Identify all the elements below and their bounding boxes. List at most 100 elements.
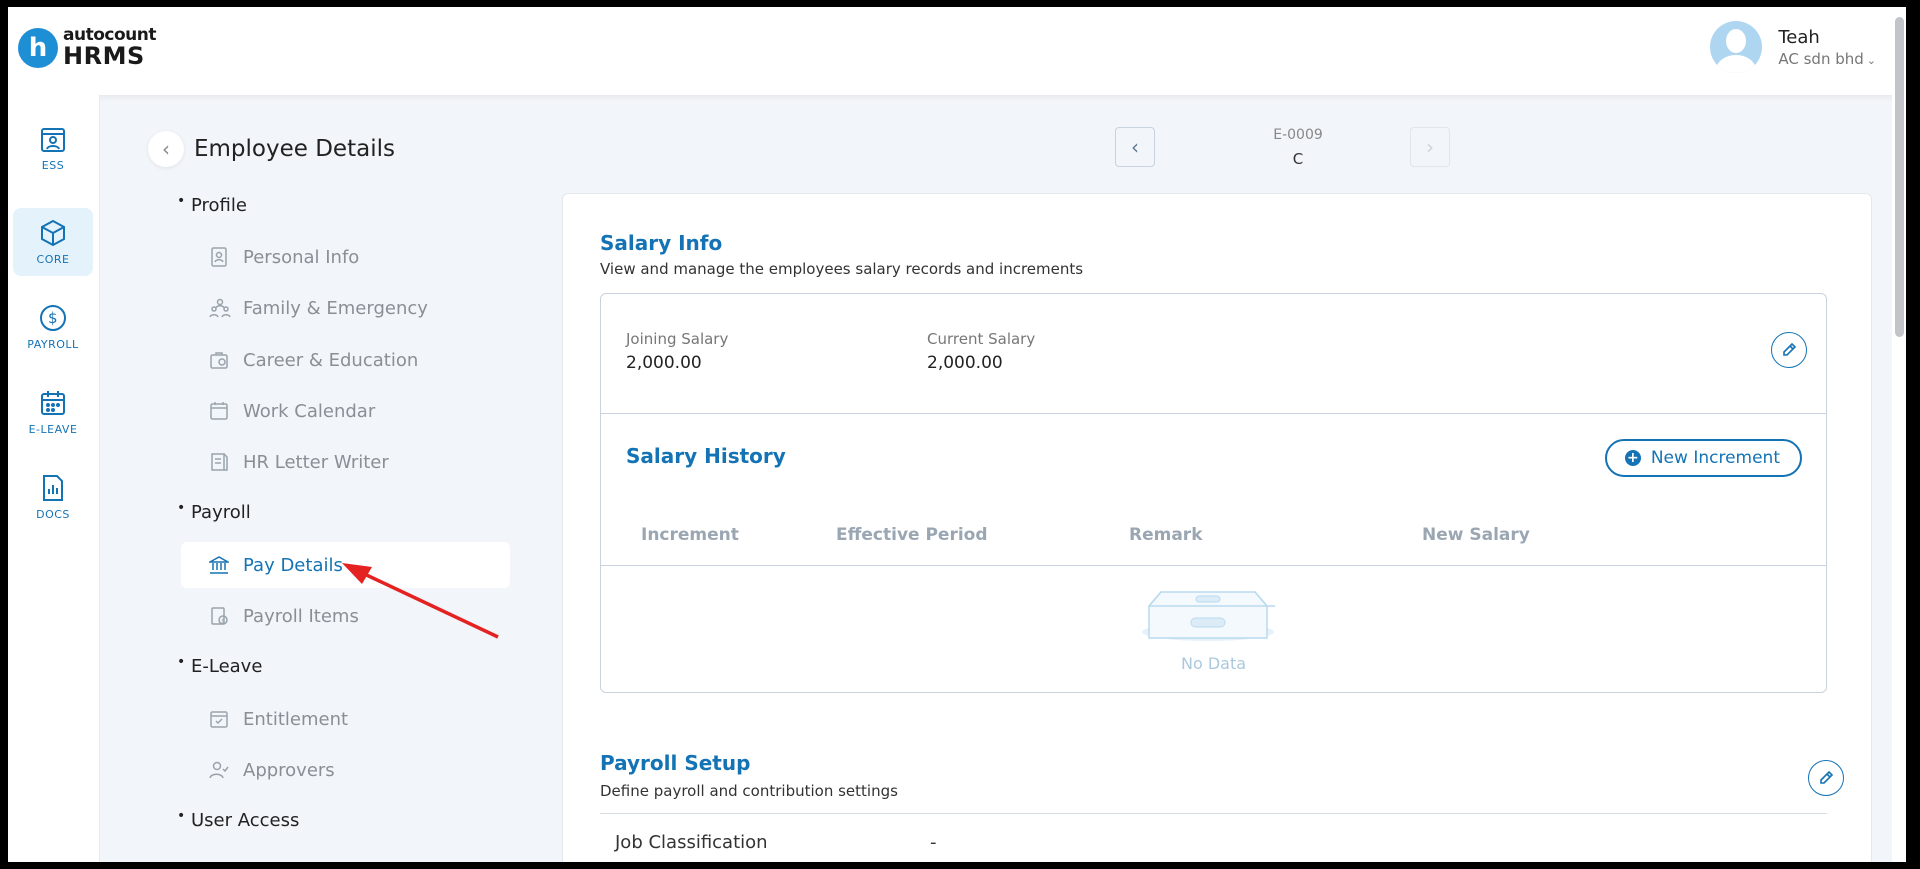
salary-history-title: Salary History: [626, 444, 786, 468]
svg-text:$: $: [221, 618, 225, 625]
rail-label: CORE: [36, 252, 70, 266]
details-card: Salary Info View and manage the employee…: [562, 193, 1872, 862]
employee-name: C: [1292, 150, 1304, 168]
rail-label: PAYROLL: [27, 337, 79, 351]
scrollbar-thumb[interactable]: [1895, 17, 1904, 337]
employee-code: E-0009: [1273, 127, 1323, 143]
nav-label: Family & Emergency: [243, 297, 428, 319]
user-name: Teah: [1778, 26, 1820, 48]
current-salary-label: Current Salary: [927, 330, 1036, 348]
nav-item-hr-letter-writer[interactable]: HR Letter Writer: [181, 439, 510, 485]
app-logo[interactable]: h autocount HRMS: [18, 27, 156, 68]
nav-section-eleave: E-Leave: [177, 654, 263, 677]
joining-salary-value: 2,000.00: [626, 353, 702, 373]
pencil-icon: [1783, 342, 1797, 356]
nav-item-personal-info[interactable]: Personal Info: [181, 234, 510, 280]
rail-item-payroll[interactable]: $ PAYROLL: [13, 293, 93, 361]
company-switcher[interactable]: AC sdn bhd ⌄: [1778, 50, 1876, 68]
rail-label: ESS: [41, 158, 65, 172]
nav-section-profile: Profile: [177, 193, 247, 216]
logo-big-text: HRMS: [63, 42, 145, 70]
salary-box: Joining Salary 2,000.00 Current Salary 2…: [600, 293, 1827, 693]
next-employee-button[interactable]: ›: [1410, 127, 1450, 167]
briefcase-icon: [210, 352, 228, 369]
user-menu[interactable]: Teah AC sdn bhd ⌄: [1710, 21, 1876, 73]
calendar-icon: [41, 390, 65, 415]
user-check-icon: [209, 761, 229, 779]
chevron-down-icon: ⌄: [1866, 53, 1876, 67]
joining-salary-label: Joining Salary: [626, 330, 729, 348]
docs-icon: [43, 474, 63, 501]
nav-item-pay-details[interactable]: Pay Details: [181, 542, 510, 588]
company-name: AC sdn bhd: [1778, 49, 1864, 68]
svg-text:$: $: [48, 309, 58, 327]
top-header: h autocount HRMS Teah AC sdn bhd ⌄: [8, 7, 1906, 95]
rail-item-eleave[interactable]: E-LEAVE: [13, 378, 93, 446]
edit-salary-button[interactable]: [1771, 332, 1807, 368]
column-header-remark: Remark: [1129, 525, 1203, 545]
payroll-setup-subtitle: Define payroll and contribution settings: [600, 782, 898, 800]
nav-label: Entitlement: [243, 708, 349, 730]
nav-item-work-calendar[interactable]: Work Calendar: [181, 388, 510, 434]
payroll-icon: $: [40, 304, 66, 331]
nav-label: Approvers: [243, 759, 335, 781]
empty-state-text: No Data: [1180, 654, 1247, 673]
nav-section-payroll: Payroll: [177, 500, 251, 523]
nav-item-payroll-items[interactable]: $ Payroll Items: [181, 593, 510, 639]
nav-label: Payroll Items: [243, 605, 359, 627]
pencil-icon: [1820, 770, 1834, 784]
avatar[interactable]: [1710, 21, 1763, 73]
column-header-new-salary: New Salary: [1422, 525, 1530, 545]
nav-item-family-emergency[interactable]: Family & Emergency: [181, 285, 510, 331]
salary-info-title: Salary Info: [600, 231, 723, 255]
nav-label: Career & Education: [243, 349, 419, 371]
logo-mark: h: [18, 27, 58, 68]
nav-label: Work Calendar: [243, 400, 376, 422]
rail-item-core[interactable]: CORE: [13, 208, 93, 276]
column-header-increment: Increment: [641, 525, 739, 545]
app-window: h autocount HRMS Teah AC sdn bhd ⌄ ESS C…: [8, 7, 1906, 862]
module-rail: ESS CORE $ PAYROLL E-LEAVE DOCS: [8, 95, 100, 862]
table-header-divider: [601, 565, 1826, 566]
rail-label: E-LEAVE: [28, 422, 78, 436]
rail-item-docs[interactable]: DOCS: [13, 463, 93, 531]
nav-section-user-access: User Access: [177, 808, 299, 831]
divider: [600, 813, 1827, 814]
bank-icon: [209, 556, 229, 574]
payroll-doc-icon: $: [211, 607, 228, 625]
nav-label: HR Letter Writer: [243, 451, 389, 473]
chevron-left-icon: ‹: [1131, 135, 1139, 159]
new-increment-button[interactable]: + New Increment: [1604, 439, 1802, 477]
chevron-right-icon: ›: [1426, 135, 1434, 159]
job-classification-label: Job Classification: [615, 832, 768, 853]
calendar-icon: [210, 402, 228, 420]
letter-icon: [211, 453, 228, 471]
nav-label: Personal Info: [243, 246, 360, 268]
prev-employee-button[interactable]: ‹: [1115, 127, 1155, 167]
salary-info-subtitle: View and manage the employees salary rec…: [600, 260, 1084, 278]
core-icon: [41, 219, 65, 246]
divider: [601, 413, 1826, 414]
payroll-setup-title: Payroll Setup: [600, 751, 751, 775]
nav-item-entitlement[interactable]: Entitlement: [181, 696, 510, 742]
nav-item-approvers[interactable]: Approvers: [181, 747, 510, 793]
empty-box-icon: [1142, 591, 1275, 641]
page-title: Employee Details: [194, 136, 395, 162]
column-header-effective-period: Effective Period: [836, 525, 988, 545]
edit-payroll-setup-button[interactable]: [1808, 760, 1844, 796]
back-button[interactable]: ‹: [148, 131, 184, 167]
nav-item-career-education[interactable]: Career & Education: [181, 337, 510, 383]
calendar-check-icon: [210, 711, 228, 728]
current-salary-value: 2,000.00: [927, 353, 1003, 373]
family-icon: [209, 298, 231, 318]
nav-label: Pay Details: [243, 554, 343, 576]
new-increment-label: New Increment: [1650, 448, 1780, 468]
chevron-left-icon: ‹: [162, 137, 170, 161]
job-classification-value: -: [930, 832, 937, 853]
page-scrollbar[interactable]: [1892, 7, 1906, 862]
plus-circle-icon: +: [1624, 450, 1641, 466]
ess-icon: [41, 127, 65, 152]
rail-label: DOCS: [36, 507, 70, 521]
id-card-icon: [211, 247, 227, 267]
rail-item-ess[interactable]: ESS: [13, 115, 93, 183]
